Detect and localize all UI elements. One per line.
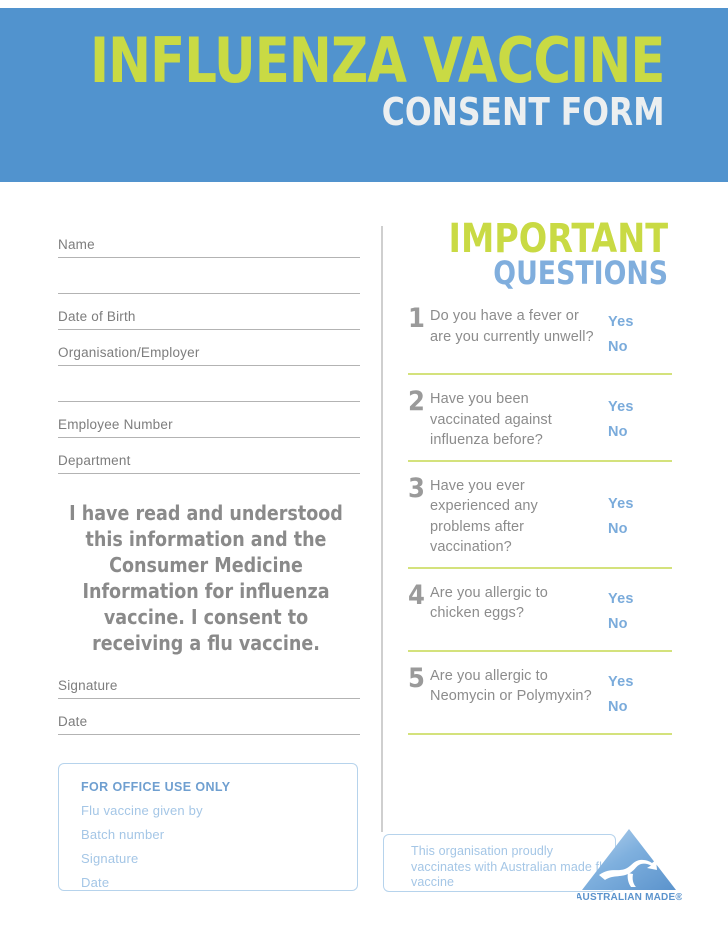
field-label: Date of Birth <box>58 309 136 324</box>
form-field-name[interactable]: Name <box>58 222 360 258</box>
form-field-signature[interactable]: Signature <box>58 663 360 699</box>
form-field-department[interactable]: Department <box>58 438 360 474</box>
answer-yes-option[interactable]: Yes <box>608 591 672 608</box>
answer-yes-option[interactable]: Yes <box>608 314 672 331</box>
answer-options: Yes No <box>604 310 672 360</box>
australian-made-logo: AUSTRALIAN MADE® <box>575 827 683 905</box>
field-label: Employee Number <box>58 417 173 432</box>
office-use-item-date[interactable]: Date <box>81 875 357 890</box>
question-text: Do you have a fever or are you currently… <box>430 308 594 345</box>
form-field-employee-number[interactable]: Employee Number <box>58 402 360 438</box>
office-use-title: FOR OFFICE USE ONLY <box>81 780 231 794</box>
form-field-organisation-employer[interactable]: Organisation/Employer <box>58 330 360 366</box>
answer-options: Yes No <box>604 587 672 637</box>
field-label: Organisation/Employer <box>58 345 200 360</box>
answer-yes-option[interactable]: Yes <box>608 399 672 416</box>
question-number: 1 <box>408 303 425 334</box>
heading-important: IMPORTANT <box>448 216 668 262</box>
form-field-name-continued[interactable] <box>58 258 360 294</box>
question-row-5: 5 Are you allergic to Neomycin or Polymy… <box>408 662 672 735</box>
question-text: Are you allergic to Neomycin or Polymyxi… <box>430 667 592 705</box>
question-text: Have you ever experienced any problems a… <box>430 477 538 556</box>
answer-no-option[interactable]: No <box>608 339 672 356</box>
field-label: Name <box>58 237 95 252</box>
answer-no-option[interactable]: No <box>608 521 672 538</box>
page-title: INFLUENZA VACCINE <box>89 24 664 97</box>
question-number: 5 <box>408 662 425 694</box>
answer-yes-option[interactable]: Yes <box>608 496 672 513</box>
field-label: Signature <box>58 678 118 693</box>
answer-no-option[interactable]: No <box>608 424 672 441</box>
question-number: 2 <box>408 386 425 417</box>
heading-questions: QUESTIONS <box>493 254 668 292</box>
field-label: Date <box>58 714 88 729</box>
personal-details-fields: Name Date of Birth Organisation/Employer… <box>58 222 360 474</box>
office-use-item-signature[interactable]: Signature <box>81 851 357 866</box>
answer-no-option[interactable]: No <box>608 699 672 716</box>
answer-no-option[interactable]: No <box>608 616 672 633</box>
important-questions-heading: IMPORTANT QUESTIONS <box>432 216 668 292</box>
consent-statement: I have read and understood this informat… <box>69 501 343 655</box>
answer-options: Yes No <box>604 670 672 720</box>
question-row-3: 3 Have you ever experienced any problems… <box>408 472 672 569</box>
questions-list: 1 Do you have a fever or are you current… <box>408 303 672 749</box>
question-row-4: 4 Are you allergic to chicken eggs? Yes … <box>408 579 672 652</box>
office-use-box: FOR OFFICE USE ONLY Flu vaccine given by… <box>58 763 358 891</box>
question-row-2: 2 Have you been vaccinated against influ… <box>408 386 672 462</box>
office-use-item-flu-vaccine-given-by[interactable]: Flu vaccine given by <box>81 803 357 818</box>
question-text: Have you been vaccinated against influen… <box>430 391 552 448</box>
page-subtitle: CONSENT FORM <box>381 90 664 134</box>
form-field-organisation-continued[interactable] <box>58 366 360 402</box>
answer-options: Yes No <box>604 492 672 542</box>
column-divider <box>381 226 383 832</box>
form-field-date-of-birth[interactable]: Date of Birth <box>58 294 360 330</box>
signature-fields: Signature Date <box>58 663 360 735</box>
form-field-date[interactable]: Date <box>58 699 360 735</box>
field-label: Department <box>58 453 131 468</box>
question-text: Are you allergic to chicken eggs? <box>430 584 548 622</box>
header-title-group: INFLUENZA VACCINE CONSENT FORM <box>40 24 664 134</box>
question-row-1: 1 Do you have a fever or are you current… <box>408 303 672 375</box>
answer-yes-option[interactable]: Yes <box>608 674 672 691</box>
question-number: 4 <box>408 579 425 611</box>
australian-made-logo-caption: AUSTRALIAN MADE® <box>577 892 682 903</box>
answer-options: Yes No <box>604 395 672 445</box>
question-number: 3 <box>408 472 425 504</box>
office-use-item-batch-number[interactable]: Batch number <box>81 827 357 842</box>
page-header-banner: INFLUENZA VACCINE CONSENT FORM <box>0 8 728 182</box>
